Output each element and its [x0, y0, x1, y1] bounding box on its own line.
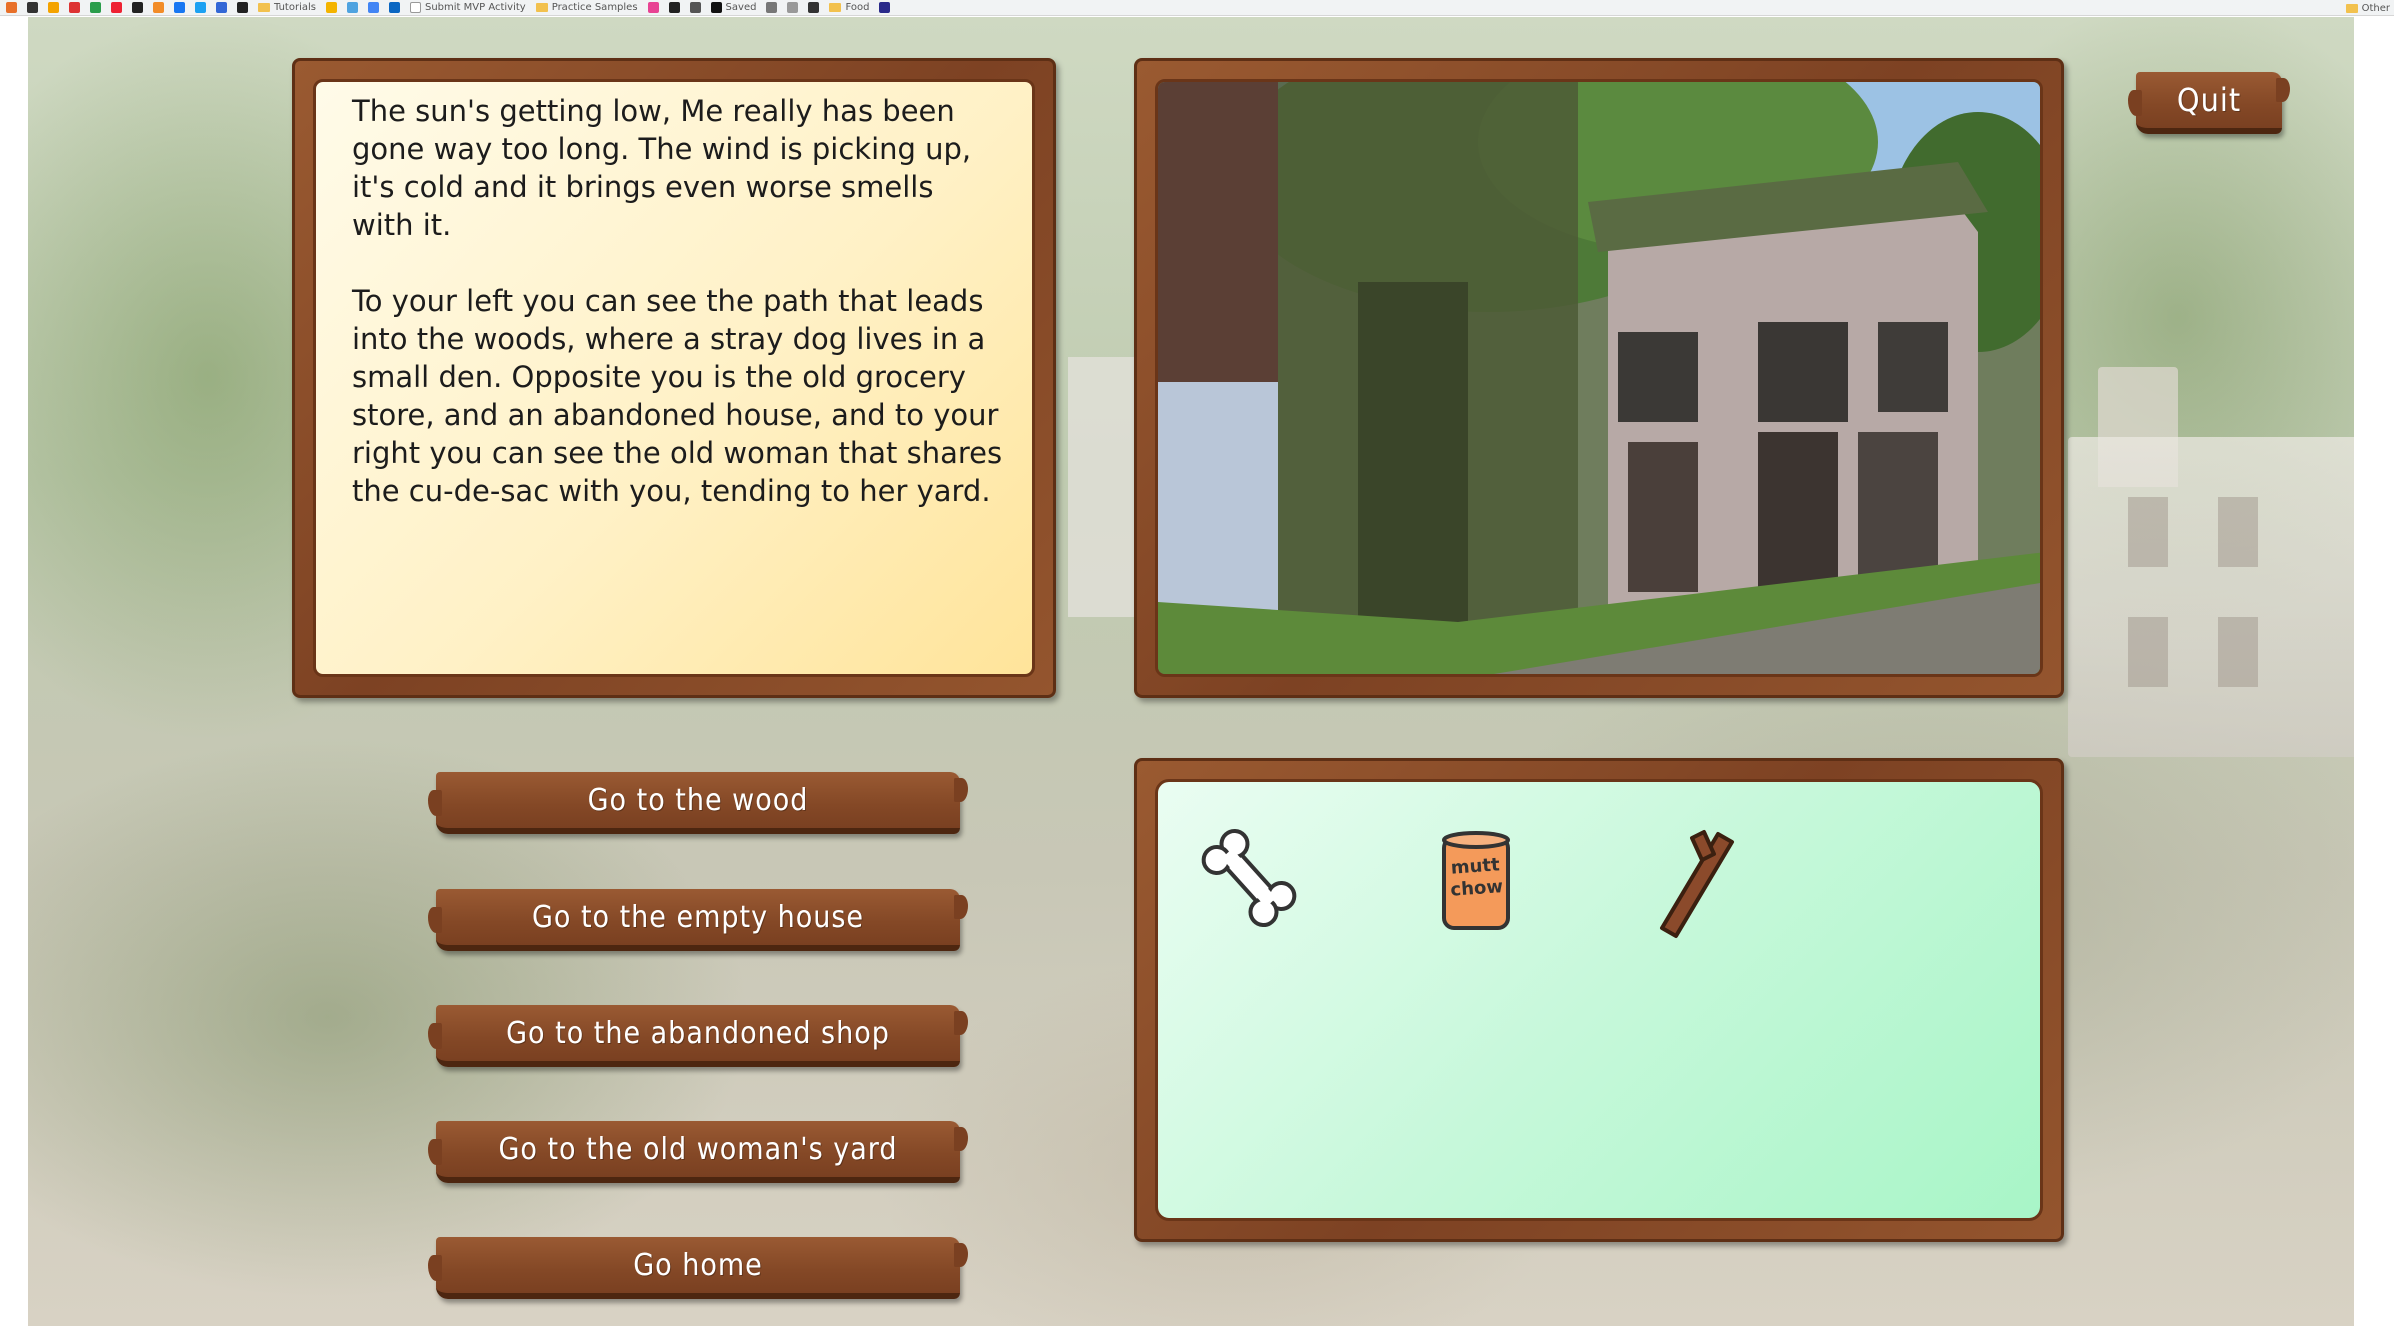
quit-button[interactable]: Quit [2128, 72, 2290, 134]
bookmark-icon[interactable] [69, 2, 80, 13]
button-label: Go to the wood [587, 782, 809, 818]
bookmark-icon[interactable] [668, 2, 680, 13]
folder-icon [2345, 3, 2358, 13]
folder-icon [829, 3, 842, 12]
linkedin-icon[interactable] [388, 2, 400, 13]
button-label: Go to the old woman's yard [498, 1131, 898, 1167]
bookmark-folder-tutorials[interactable]: Tutorials [258, 2, 316, 13]
bookmark-icon[interactable] [766, 2, 778, 13]
bookmark-label: Food [845, 2, 870, 13]
quit-label: Quit [2176, 81, 2242, 119]
bookmark-icon [710, 2, 722, 13]
story-paper: The sun's getting low, Me really has bee… [313, 79, 1035, 677]
bookmark-icon[interactable] [647, 2, 659, 13]
background-building [2068, 437, 2354, 757]
other-bookmarks[interactable]: Other [2345, 0, 2390, 15]
story-panel: The sun's getting low, Me really has bee… [292, 58, 1056, 698]
folder-icon [535, 3, 548, 12]
folder-icon [258, 3, 270, 12]
facebook-icon[interactable] [174, 2, 185, 13]
bookmark-icon[interactable] [111, 2, 122, 13]
story-text: The sun's getting low, Me really has bee… [352, 94, 1003, 508]
bookmark-saved[interactable]: Saved [710, 2, 757, 13]
google-icon[interactable] [367, 2, 379, 13]
github-icon[interactable] [132, 2, 143, 13]
scene-image [1155, 79, 2043, 677]
bookmark-icon[interactable] [787, 2, 799, 13]
bookmark-icon[interactable] [6, 2, 17, 13]
bone-icon[interactable] [1194, 818, 1304, 938]
bookmark-folder-food[interactable]: Food [829, 2, 869, 13]
bookmark-label: Submit MVP Activity [424, 2, 526, 13]
bookmark-icon[interactable] [325, 2, 337, 13]
bookmark-icon[interactable] [48, 2, 59, 13]
bookmark-label: Practice Samples [551, 2, 638, 13]
go-home-button[interactable]: Go home [428, 1237, 968, 1299]
bookmark-icon[interactable] [153, 2, 164, 13]
page-icon [409, 2, 421, 13]
bookmark-label: Saved [725, 2, 757, 13]
twitter-icon[interactable] [195, 2, 206, 13]
go-to-empty-house-button[interactable]: Go to the empty house [428, 889, 968, 951]
bookmark-folder-practice-samples[interactable]: Practice Samples [535, 2, 638, 13]
bookmark-submit-mvp[interactable]: Submit MVP Activity [409, 2, 526, 13]
abandoned-shop-illustration [1158, 82, 2040, 674]
stick-icon[interactable] [1652, 820, 1752, 940]
button-label: Go home [633, 1247, 763, 1283]
bookmark-icon[interactable] [237, 2, 248, 13]
bookmarks-bar: Tutorials Submit MVP Activity Practice S… [0, 0, 2394, 16]
bookmark-icon[interactable] [879, 2, 891, 13]
go-to-abandoned-shop-button[interactable]: Go to the abandoned shop [428, 1005, 968, 1067]
go-to-wood-button[interactable]: Go to the wood [428, 772, 968, 834]
bookmark-icon[interactable] [216, 2, 227, 13]
inventory-panel: mutt chow [1134, 758, 2064, 1242]
inventory-area: mutt chow [1155, 779, 2043, 1221]
other-bookmarks-label: Other [2361, 2, 2390, 14]
scene-image-panel [1134, 58, 2064, 698]
go-to-old-womans-yard-button[interactable]: Go to the old woman's yard [428, 1121, 968, 1183]
bookmark-icon[interactable] [346, 2, 358, 13]
bookmark-icon[interactable] [808, 2, 820, 13]
button-label: Go to the abandoned shop [506, 1015, 890, 1051]
bookmark-label: Tutorials [274, 2, 316, 13]
mutt-chow-can-icon[interactable]: mutt chow [1440, 830, 1512, 934]
bookmark-icon[interactable] [689, 2, 701, 13]
can-label: mutt chow [1449, 854, 1504, 901]
button-label: Go to the empty house [531, 899, 865, 935]
bookmark-icon[interactable] [90, 2, 101, 13]
github-icon[interactable] [27, 2, 38, 13]
